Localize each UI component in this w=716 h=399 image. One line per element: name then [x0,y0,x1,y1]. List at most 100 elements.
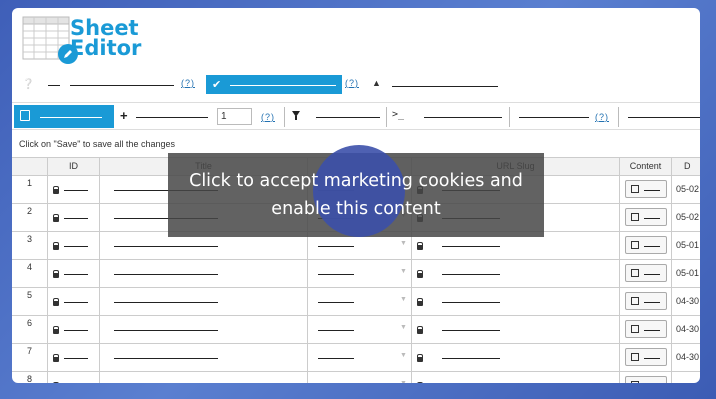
table-row: 4 ▼ 05-01 [12,260,700,288]
terminal-icon[interactable]: >_ [392,109,404,120]
help-link-1[interactable]: (?) [181,78,195,88]
edit-content-button[interactable] [625,180,667,198]
tool-label [519,117,589,118]
dropdown-caret-icon: ▼ [400,268,407,275]
lock-icon [417,242,423,250]
add-rows-help-link[interactable]: (?) [261,112,275,122]
cookie-message-line-2: enable this content [271,199,441,219]
title-cell[interactable] [99,372,307,383]
date-cell[interactable]: 04-30 [671,288,700,315]
row-number: 7 [27,346,33,356]
date-cell[interactable] [671,372,700,383]
title-value [114,274,218,275]
status-cell[interactable]: ▼ [307,372,411,383]
edit-icon [631,269,639,277]
date-value: 04-30 [676,352,700,362]
id-value [64,302,88,303]
lock-icon [417,326,423,334]
edit-content-button[interactable] [625,264,667,282]
id-cell[interactable] [47,260,99,287]
logo-word-editor: Editor [70,36,142,60]
date-value: 05-02 [676,184,700,194]
cookie-consent-overlay[interactable]: Click to accept marketing cookies and en… [168,145,544,237]
add-rows-label [136,117,208,118]
table-row: 7 ▼ 04-30 [12,344,700,372]
id-cell[interactable] [47,288,99,315]
rows-count-input[interactable] [217,108,252,125]
status-cell[interactable]: ▼ [307,344,411,371]
sort-arrows-icon[interactable]: ▲ [372,78,381,88]
title-cell[interactable] [99,260,307,287]
date-cell[interactable]: 05-01 [671,260,700,287]
column-header-content[interactable]: Content [619,158,671,176]
active-tab-label [230,85,336,86]
help-link-2[interactable]: (?) [345,78,359,88]
status-cell[interactable]: ▼ [307,288,411,315]
edit-content-button[interactable] [625,320,667,338]
url-slug-cell[interactable] [411,344,619,371]
id-cell[interactable] [47,204,99,231]
tool-help-link[interactable]: (?) [595,112,609,122]
id-value [64,274,88,275]
column-header-id[interactable]: ID [47,158,99,176]
id-cell[interactable] [47,176,99,203]
id-cell[interactable] [47,372,99,383]
date-cell[interactable]: 05-02 [671,176,700,203]
content-cell [619,372,671,383]
cookie-consent-message[interactable]: Click to accept marketing cookies and en… [168,167,544,223]
title-value [114,246,218,247]
toolbar-label-long [70,85,174,86]
date-value: 04-30 [676,296,700,306]
save-button[interactable] [14,105,114,128]
dropdown-caret-icon: ▼ [400,380,407,383]
date-value: 04-30 [676,324,700,334]
row-number: 3 [27,234,33,244]
title-cell[interactable] [99,344,307,371]
date-cell[interactable]: 04-30 [671,344,700,371]
sheet-editor-logo: Sheet Editor [22,16,152,66]
column-header-date[interactable]: D [671,158,700,176]
tool-label-2 [628,117,700,118]
filter-icon-stem [295,116,297,120]
date-value: 05-02 [676,212,700,222]
url-slug-cell[interactable] [411,260,619,287]
toolbar-divider [284,107,285,127]
action-toolbar: + (?) >_ (?) [12,102,700,130]
question-circle-icon[interactable]: ❔ [22,79,34,90]
toolbar-divider [618,107,619,127]
title-value [114,358,218,359]
edit-content-button[interactable] [625,208,667,226]
edit-content-button[interactable] [625,376,667,383]
id-cell[interactable] [47,344,99,371]
date-cell[interactable]: 05-01 [671,232,700,259]
id-cell[interactable] [47,232,99,259]
date-cell[interactable]: 04-30 [671,316,700,343]
id-cell[interactable] [47,316,99,343]
lock-icon [53,214,59,222]
active-tab[interactable]: ✔ [206,75,342,94]
status-cell[interactable]: ▼ [307,316,411,343]
edit-content-button[interactable] [625,348,667,366]
save-hint-text: Click on "Save" to save all the changes [19,139,175,149]
edit-content-button[interactable] [625,292,667,310]
edit-content-label [644,358,660,359]
edit-icon [631,297,639,305]
url-slug-cell[interactable] [411,316,619,343]
edit-content-label [644,246,660,247]
status-cell[interactable]: ▼ [307,260,411,287]
lock-icon [417,354,423,362]
date-cell[interactable]: 05-02 [671,204,700,231]
edit-content-button[interactable] [625,236,667,254]
row-number: 2 [27,206,33,216]
title-cell[interactable] [99,288,307,315]
edit-icon [631,241,639,249]
plus-icon[interactable]: + [120,108,128,123]
url-slug-cell[interactable] [411,372,619,383]
row-number: 6 [27,318,33,328]
url-slug-cell[interactable] [411,288,619,315]
edit-content-label [644,190,660,191]
floppy-disk-icon [20,110,30,121]
title-cell[interactable] [99,316,307,343]
lock-icon [53,242,59,250]
row-number: 1 [27,178,33,188]
